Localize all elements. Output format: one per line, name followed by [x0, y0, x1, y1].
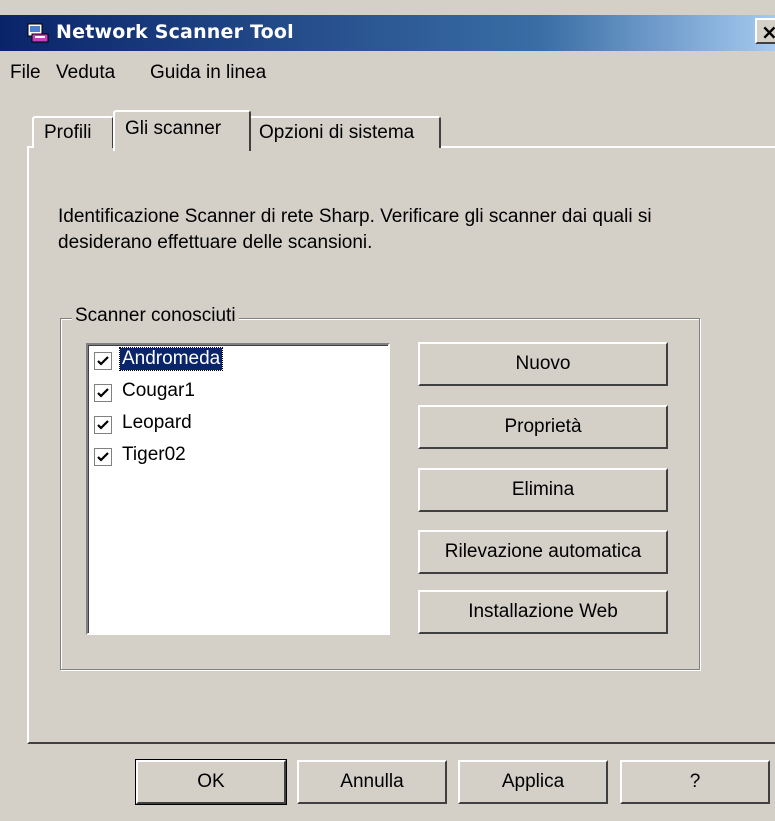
checkbox[interactable] [94, 384, 112, 402]
annulla-button[interactable]: Annulla [297, 760, 447, 804]
close-icon: × [761, 20, 775, 44]
proprieta-button[interactable]: Proprietà [418, 405, 668, 449]
tab-opzioni-di-sistema[interactable]: Opzioni di sistema [249, 116, 441, 148]
scanner-app-icon [26, 21, 50, 45]
ok-button[interactable]: OK [135, 759, 287, 805]
menu-veduta[interactable]: Veduta [56, 62, 115, 84]
description-text: Identificazione Scanner di rete Sharp. V… [58, 206, 652, 253]
applica-button[interactable]: Applica [458, 760, 608, 804]
close-button[interactable]: × [755, 18, 775, 44]
checkmark-icon [97, 356, 109, 366]
checkbox[interactable] [94, 448, 112, 466]
list-item-label: Leopard [122, 412, 192, 433]
tab-label: Profili [44, 122, 92, 143]
list-item-label: Cougar1 [122, 380, 195, 401]
checkbox[interactable] [94, 416, 112, 434]
tab-profili[interactable]: Profili [32, 116, 114, 148]
scanner-list[interactable]: Andromeda Cougar1 Leopard Tiger02 [86, 343, 390, 635]
menu-file[interactable]: File [10, 62, 41, 84]
checkmark-icon [97, 420, 109, 430]
tab-gli-scanner[interactable]: Gli scanner [113, 110, 251, 151]
list-item-label: Tiger02 [122, 444, 186, 465]
rilevazione-automatica-button[interactable]: Rilevazione automatica [418, 530, 668, 574]
menu-guida[interactable]: Guida in linea [150, 62, 266, 84]
nuovo-button[interactable]: Nuovo [418, 342, 668, 386]
elimina-button[interactable]: Elimina [418, 468, 668, 512]
list-item-label: Andromeda [118, 347, 224, 371]
checkmark-icon [97, 452, 109, 462]
help-button[interactable]: ? [620, 760, 770, 804]
installazione-web-button[interactable]: Installazione Web [418, 590, 668, 634]
group-label: Scanner conosciuti [72, 305, 239, 327]
checkmark-icon [97, 388, 109, 398]
tab-label: Gli scanner [125, 118, 222, 139]
dialog-window: Network Scanner Tool × File Veduta Guida… [0, 0, 775, 821]
tab-label: Opzioni di sistema [259, 122, 415, 143]
window-title: Network Scanner Tool [56, 21, 294, 43]
checkbox[interactable] [94, 352, 112, 370]
title-bar[interactable]: Network Scanner Tool × [0, 15, 775, 51]
